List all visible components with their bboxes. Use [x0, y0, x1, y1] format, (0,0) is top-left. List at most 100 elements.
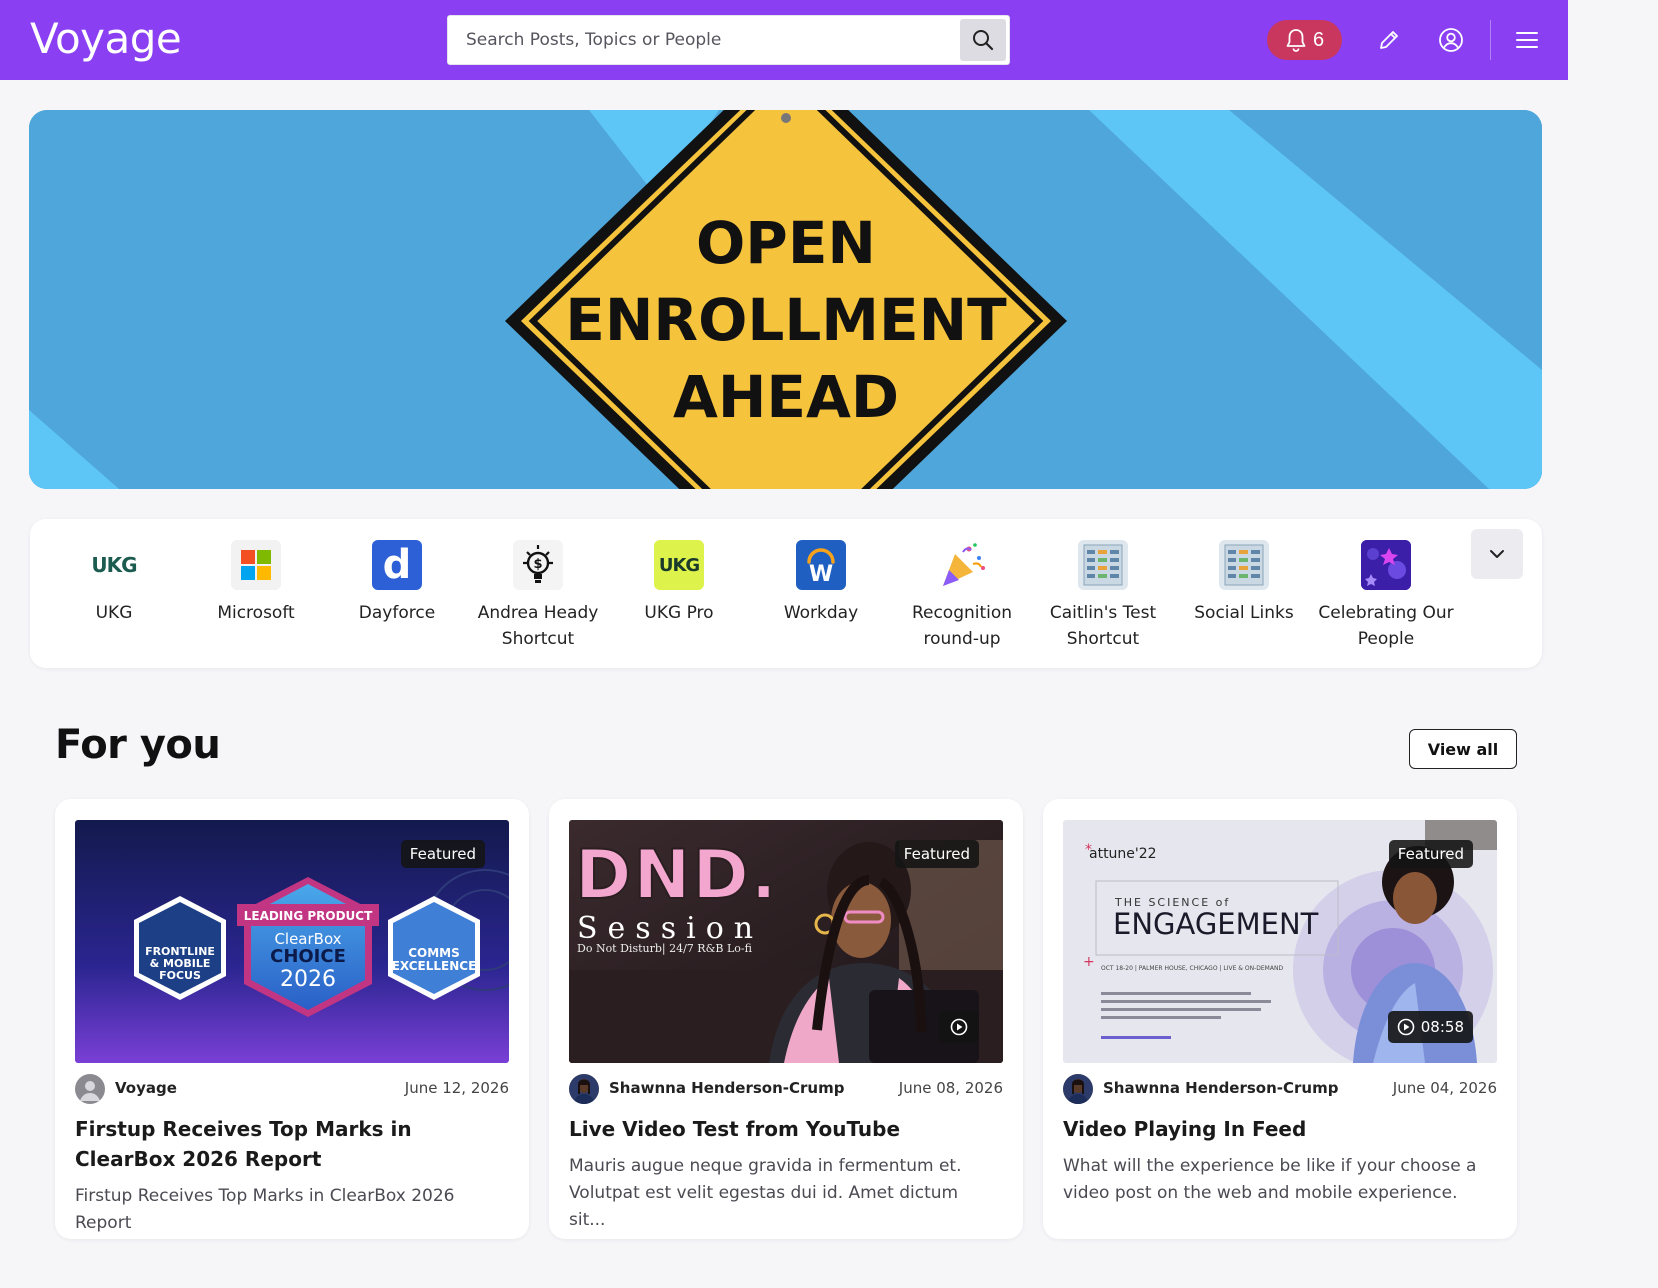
menu-button[interactable]	[1509, 22, 1545, 58]
featured-badge: Featured	[894, 840, 979, 868]
post-date: June 08, 2026	[898, 1079, 1003, 1097]
ukg-pro-logo-icon: UKG	[654, 540, 704, 590]
shortcut-ukg-pro[interactable]: UKG UKG Pro	[609, 540, 749, 626]
spreadsheet-icon	[1078, 540, 1128, 590]
play-video-button[interactable]: 08:58	[1387, 1011, 1473, 1043]
svg-text:Session: Session	[577, 911, 763, 946]
shortcut-label: Dayforce	[358, 603, 436, 623]
profile-button[interactable]	[1433, 22, 1469, 58]
default-user-icon	[80, 1081, 100, 1101]
shortcut-label: Recognition round-up	[911, 603, 1013, 649]
shortcut-dayforce[interactable]: d Dayforce	[327, 540, 467, 626]
shortcut-recognition[interactable]: Recognition round-up	[892, 540, 1032, 652]
svg-text:*: *	[1085, 842, 1092, 858]
expand-shortcuts-button[interactable]	[1471, 529, 1523, 579]
microsoft-logo-icon	[231, 540, 281, 590]
shortcut-workday[interactable]: W Workday	[751, 540, 891, 626]
avatar[interactable]	[569, 1074, 599, 1104]
avatar[interactable]	[75, 1074, 105, 1104]
workday-logo-icon: W	[796, 540, 846, 590]
search-box	[447, 15, 1010, 65]
post-summary: Mauris augue neque gravida in fermentum …	[569, 1156, 962, 1230]
play-video-button[interactable]	[939, 1011, 979, 1043]
sign-line-2: ENROLLMENT	[565, 286, 1007, 354]
shortcut-andrea-heady[interactable]: $ Andrea Heady Shortcut	[468, 540, 608, 652]
party-popper-icon	[937, 540, 987, 590]
sign-line-1: OPEN	[696, 209, 876, 277]
shortcut-microsoft[interactable]: Microsoft	[186, 540, 326, 626]
shortcut-ukg[interactable]: UKG UKG	[44, 540, 184, 626]
pencil-icon	[1380, 31, 1398, 49]
post-title[interactable]: Firstup Receives Top Marks in ClearBox 2…	[75, 1114, 505, 1174]
avatar[interactable]	[1063, 1074, 1093, 1104]
post-summary: Firstup Receives Top Marks in ClearBox 2…	[75, 1186, 455, 1233]
section-title-for-you: For you	[55, 722, 221, 768]
svg-text:CHOICE: CHOICE	[270, 946, 346, 967]
post-meta: Shawnna Henderson-Crump June 04, 2026	[1063, 1074, 1497, 1104]
shortcuts-bar: UKG UKG Microsoft d Dayforce $ Andrea He…	[30, 519, 1542, 668]
svg-text:+: +	[1083, 954, 1095, 970]
post-card[interactable]: DND. Session Do Not Disturb| 24/7 R&B Lo…	[549, 799, 1023, 1239]
notifications-button[interactable]: 6	[1267, 20, 1342, 60]
video-duration: 08:58	[1420, 1018, 1464, 1036]
shortcut-social-links[interactable]: Social Links	[1174, 540, 1314, 626]
lightbulb-dollar-icon: $	[513, 540, 563, 590]
user-circle-icon	[1439, 28, 1463, 52]
svg-text:2026: 2026	[280, 967, 336, 992]
top-navigation-bar: Voyage 6	[0, 0, 1568, 80]
post-date: June 12, 2026	[404, 1079, 509, 1097]
post-meta: Shawnna Henderson-Crump June 08, 2026	[569, 1074, 1003, 1104]
open-enrollment-sign-image: OPEN ENROLLMENT AHEAD	[29, 110, 1542, 489]
post-thumbnail[interactable]: DND. Session Do Not Disturb| 24/7 R&B Lo…	[569, 820, 1003, 1063]
shortcut-label: Andrea Heady Shortcut	[477, 603, 599, 649]
shortcut-label: Celebrating Our People	[1318, 603, 1454, 649]
shortcut-label: UKG Pro	[644, 603, 714, 623]
play-circle-icon	[950, 1018, 968, 1036]
post-title[interactable]: Live Video Test from YouTube	[569, 1114, 999, 1144]
author-name[interactable]: Shawnna Henderson-Crump	[609, 1079, 844, 1097]
svg-text:LEADING PRODUCT: LEADING PRODUCT	[244, 909, 373, 923]
notification-count: 6	[1312, 28, 1325, 51]
search-button[interactable]	[960, 19, 1006, 61]
svg-text:DND.: DND.	[575, 836, 779, 915]
play-circle-icon	[1397, 1018, 1415, 1036]
post-date: June 04, 2026	[1392, 1079, 1497, 1097]
svg-text:FOCUS: FOCUS	[159, 969, 201, 982]
shortcut-celebrating-our-people[interactable]: Celebrating Our People	[1316, 540, 1456, 652]
featured-badge: Featured	[400, 840, 485, 868]
view-all-button[interactable]: View all	[1409, 729, 1517, 769]
chevron-down-icon	[1490, 550, 1504, 558]
celebration-image-icon	[1361, 540, 1411, 590]
svg-text:attune'22: attune'22	[1089, 846, 1157, 862]
shortcut-caitlins-test[interactable]: Caitlin's Test Shortcut	[1033, 540, 1173, 652]
svg-text:Do Not Disturb| 24/7 R&B Lo-fi: Do Not Disturb| 24/7 R&B Lo-fi	[577, 942, 753, 956]
search-input[interactable]	[448, 16, 958, 64]
svg-text:COMMS: COMMS	[408, 946, 460, 960]
sign-line-3: AHEAD	[673, 363, 899, 431]
user-photo-icon	[569, 1074, 599, 1104]
compose-button[interactable]	[1371, 22, 1407, 58]
post-summary: What will the experience be like if your…	[1063, 1156, 1477, 1203]
svg-text:W: W	[809, 562, 833, 585]
featured-badge: Featured	[1388, 840, 1473, 868]
post-card[interactable]: attune'22 THE SCIENCE of ENGAGEMENT OCT …	[1043, 799, 1517, 1239]
shortcut-label: Microsoft	[217, 603, 295, 623]
shortcut-label: Social Links	[1194, 603, 1294, 623]
author-name[interactable]: Voyage	[115, 1079, 177, 1097]
hero-banner[interactable]: OPEN ENROLLMENT AHEAD	[29, 110, 1542, 489]
author-name[interactable]: Shawnna Henderson-Crump	[1103, 1079, 1338, 1097]
post-thumbnail[interactable]: FRONTLINE & MOBILE FOCUS COMMS EXCELLENC…	[75, 820, 509, 1063]
svg-text:EXCELLENCE: EXCELLENCE	[392, 959, 477, 973]
header-divider	[1490, 20, 1491, 60]
post-title[interactable]: Video Playing In Feed	[1063, 1114, 1493, 1144]
post-card[interactable]: FRONTLINE & MOBILE FOCUS COMMS EXCELLENC…	[55, 799, 529, 1239]
brand-logo[interactable]: Voyage	[30, 14, 182, 63]
dayforce-logo-icon: d	[372, 540, 422, 590]
shortcut-label: Workday	[783, 603, 859, 623]
shortcut-label: UKG	[95, 603, 133, 623]
hamburger-menu-icon	[1516, 32, 1538, 48]
post-thumbnail[interactable]: attune'22 THE SCIENCE of ENGAGEMENT OCT …	[1063, 820, 1497, 1063]
user-photo-icon	[1063, 1074, 1093, 1104]
shortcut-label: Caitlin's Test Shortcut	[1049, 603, 1157, 649]
spreadsheet-icon	[1219, 540, 1269, 590]
